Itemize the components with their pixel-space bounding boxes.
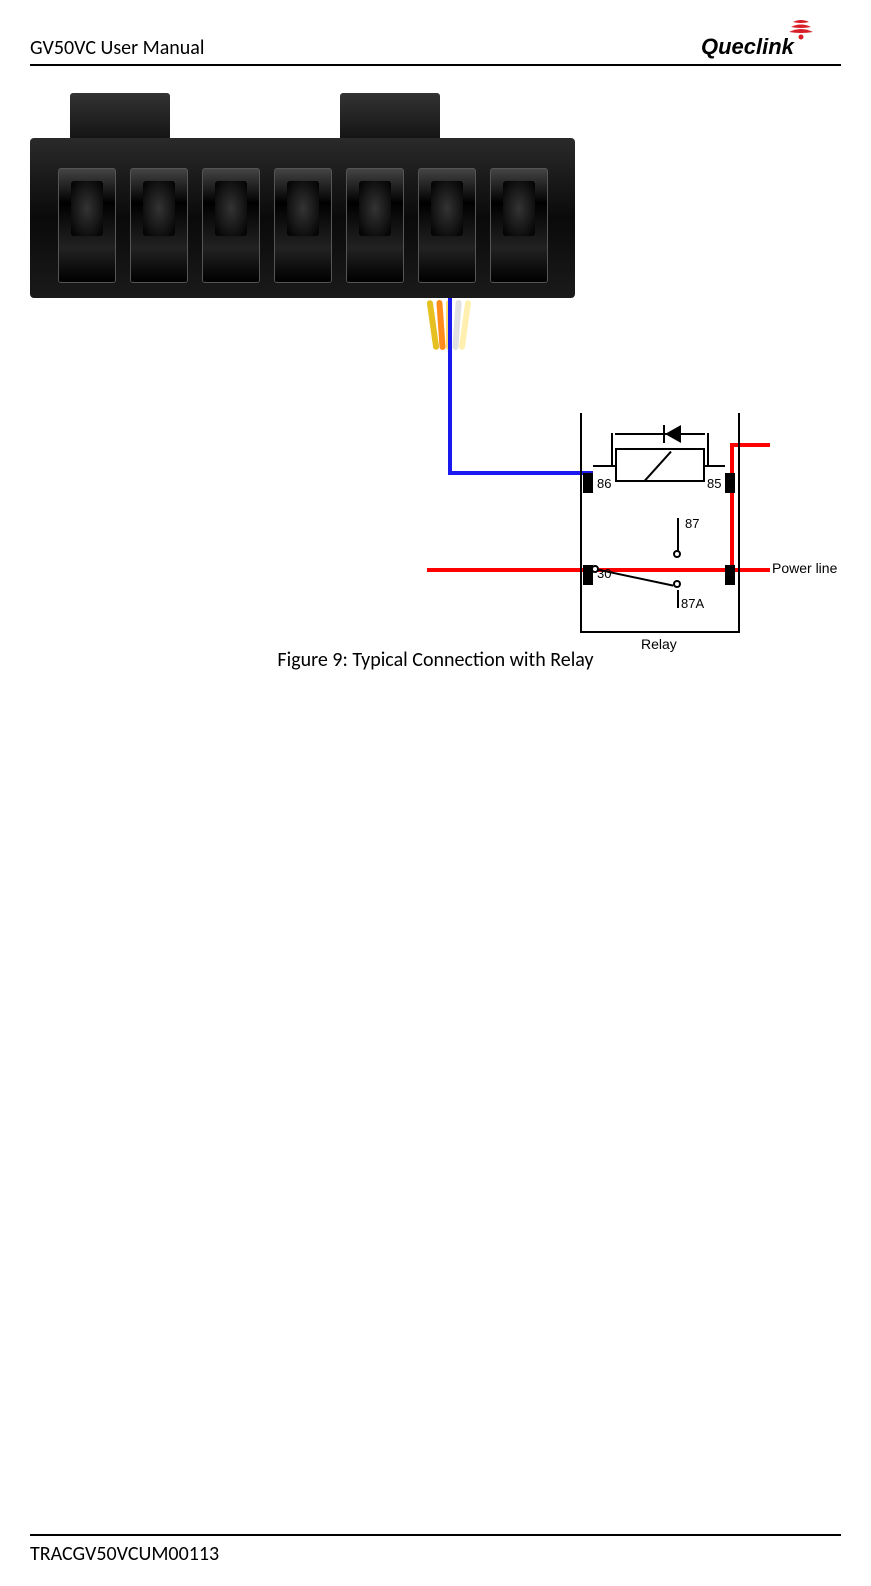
page-header: GV50VC User Manual Queclink (30, 20, 841, 66)
brand-text: Queclink (701, 34, 796, 59)
connector-image (30, 78, 590, 338)
page-footer: TRACGV50VCUM00113 (30, 1534, 841, 1566)
terminal-label-30: 30 (597, 566, 611, 581)
page-content: Power line (30, 78, 841, 1534)
terminal-label-85: 85 (707, 476, 721, 491)
relay-caption: Relay (641, 636, 677, 652)
figure-diagram: Power line (30, 78, 841, 638)
document-title: GV50VC User Manual (30, 36, 204, 60)
figure-caption: Figure 9: Typical Connection with Relay (30, 648, 841, 672)
terminal-label-86: 86 (597, 476, 611, 491)
document-id: TRACGV50VCUM00113 (30, 1542, 841, 1566)
relay-schematic: 86 85 30 87 87A Relay (555, 418, 805, 648)
terminal-label-87: 87 (685, 516, 699, 531)
wire-bundle (430, 300, 490, 350)
brand-logo: Queclink (701, 20, 841, 60)
wire-blue (448, 298, 452, 473)
terminal-label-87a: 87A (681, 596, 704, 611)
